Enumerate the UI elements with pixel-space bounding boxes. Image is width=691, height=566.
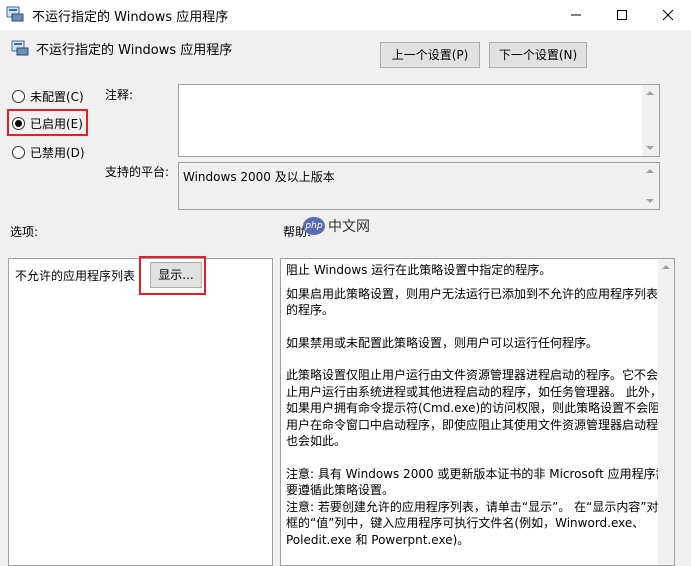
help-paragraph: 如果启用此策略设置，则用户无法运行已添加到不允许的应用程序列表中的程序。 <box>286 286 671 318</box>
radio-disabled[interactable]: 已禁用(D) <box>12 142 85 162</box>
scroll-up-arrow-icon[interactable] <box>646 169 654 173</box>
watermark-text: 中文网 <box>328 219 370 235</box>
comment-label: 注释: <box>105 88 134 102</box>
close-icon <box>662 9 674 21</box>
help-paragraph: 注意: 若要创建允许的应用程序列表，请单击“显示”。 在“显示内容”对话框的“值… <box>286 499 671 547</box>
radio-not-configured[interactable]: 未配置(C) <box>12 86 84 106</box>
help-paragraph: 如果禁用或未配置此策略设置，则用户可以运行任何程序。 <box>286 335 599 350</box>
maximize-icon <box>617 10 627 20</box>
help-paragraph: 阻止 Windows 运行在此策略设置中指定的程序。 <box>286 263 552 277</box>
comment-textarea[interactable] <box>178 84 660 157</box>
highlight-box-show <box>139 256 206 295</box>
scroll-down-arrow-icon[interactable] <box>646 146 654 150</box>
title-bar: 不运行指定的 Windows 应用程序 <box>0 0 691 30</box>
help-scrollbar[interactable] <box>658 259 674 565</box>
help-paragraph: 注意: 具有 Windows 2000 或更新版本证书的非 Microsoft … <box>286 466 668 498</box>
watermark-logo: php <box>303 217 325 235</box>
previous-setting-button[interactable]: 上一个设置(P) <box>380 42 480 68</box>
platform-label: 支持的平台: <box>105 165 170 179</box>
platform-scrollbar[interactable] <box>642 163 659 209</box>
watermark: php 中文网 <box>303 216 370 236</box>
platform-text: Windows 2000 及以上版本 <box>183 170 335 184</box>
help-text: 阻止 Windows 运行在此策略设置中指定的程序。 如果启用此策略设置，则用户… <box>286 262 673 548</box>
radio-label: 未配置(C) <box>30 89 84 104</box>
policy-icon <box>6 6 24 22</box>
platform-value: Windows 2000 及以上版本 <box>178 162 660 210</box>
policy-icon <box>11 40 29 56</box>
scroll-up-arrow-icon[interactable] <box>646 91 654 95</box>
disallowed-apps-label: 不允许的应用程序列表 <box>15 269 136 283</box>
window-title: 不运行指定的 Windows 应用程序 <box>32 10 229 25</box>
radio-label: 已禁用(D) <box>30 145 85 160</box>
minimize-icon <box>571 14 581 16</box>
comment-scrollbar[interactable] <box>642 85 659 156</box>
policy-title: 不运行指定的 Windows 应用程序 <box>36 43 233 58</box>
radio-circle[interactable] <box>12 89 25 103</box>
options-panel: 不允许的应用程序列表 显示... <box>8 258 273 566</box>
radio-circle[interactable] <box>12 145 25 159</box>
highlight-box-enabled <box>7 109 88 136</box>
next-setting-button[interactable]: 下一个设置(N) <box>489 42 587 68</box>
close-button[interactable] <box>645 0 691 30</box>
help-panel: 阻止 Windows 运行在此策略设置中指定的程序。 如果启用此策略设置，则用户… <box>280 258 675 566</box>
options-label: 选项: <box>10 225 39 239</box>
minimize-button[interactable] <box>553 0 599 30</box>
maximize-button[interactable] <box>599 0 645 30</box>
help-paragraph: 此策略设置仅阻止用户运行由文件资源管理器进程启动的程序。它不会阻止用户运行由系统… <box>286 368 673 448</box>
scroll-up-arrow-icon[interactable] <box>662 265 670 269</box>
scroll-down-arrow-icon[interactable] <box>646 199 654 203</box>
